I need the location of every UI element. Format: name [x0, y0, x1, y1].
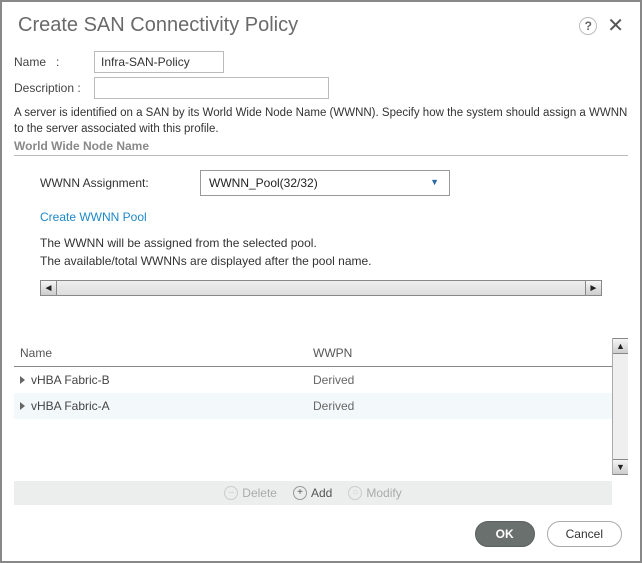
wwnn-notes: The WWNN will be assigned from the selec…	[40, 234, 628, 270]
create-wwnn-pool-link[interactable]: Create WWNN Pool	[40, 210, 147, 224]
expand-icon[interactable]	[20, 376, 25, 384]
wwnn-note-1: The WWNN will be assigned from the selec…	[40, 234, 628, 252]
close-icon[interactable]: ✕	[607, 16, 624, 36]
info-text: A server is identified on a SAN by its W…	[14, 105, 628, 137]
wwnn-assignment-label: WWNN Assignment:	[40, 176, 200, 190]
expand-icon[interactable]	[20, 402, 25, 410]
cell-wwpn: Derived	[313, 399, 606, 413]
cancel-button[interactable]: Cancel	[547, 521, 622, 547]
cell-wwpn: Derived	[313, 373, 606, 387]
table-row[interactable]: vHBA Fabric-B Derived	[14, 367, 612, 393]
modify-button: ○Modify	[348, 486, 401, 500]
section-separator	[14, 155, 628, 156]
dialog-header: Create SAN Connectivity Policy ? ✕	[2, 2, 640, 43]
cell-name: vHBA Fabric-B	[31, 373, 110, 387]
description-input[interactable]	[94, 77, 329, 99]
scroll-down-icon[interactable]: ▼	[613, 459, 628, 475]
horizontal-scrollbar[interactable]: ◄ ►	[40, 280, 602, 296]
wwnn-note-2: The available/total WWNNs are displayed …	[40, 252, 628, 270]
dialog-create-san-policy: Create SAN Connectivity Policy ? ✕ Name …	[0, 0, 642, 563]
vhba-table-main: Name WWPN vHBA Fabric-B Derived vHBA Fab…	[14, 338, 612, 475]
form-area: Name : Description : A server is identif…	[2, 43, 640, 296]
table-row[interactable]: vHBA Fabric-A Derived	[14, 393, 612, 419]
name-input[interactable]	[94, 51, 224, 73]
col-header-name[interactable]: Name	[20, 346, 313, 360]
col-header-wwpn[interactable]: WWPN	[313, 346, 606, 360]
scroll-right-icon[interactable]: ►	[585, 281, 601, 295]
table-toolbar: –Delete +Add ○Modify	[14, 481, 612, 505]
wwnn-assignment-select[interactable]: WWNN_Pool(32/32)	[200, 170, 450, 196]
vhba-table: Name WWPN vHBA Fabric-B Derived vHBA Fab…	[14, 338, 628, 475]
help-icon[interactable]: ?	[579, 17, 597, 35]
description-row: Description :	[14, 77, 628, 99]
add-button[interactable]: +Add	[293, 486, 332, 500]
section-title-wwnn: World Wide Node Name	[14, 139, 628, 153]
name-row: Name :	[14, 51, 628, 73]
wwnn-assignment-row: WWNN Assignment: WWNN_Pool(32/32)	[40, 170, 628, 196]
cell-name: vHBA Fabric-A	[31, 399, 110, 413]
description-label: Description :	[14, 81, 94, 95]
wwnn-assignment-value: WWNN_Pool(32/32)	[209, 176, 318, 190]
table-header: Name WWPN	[14, 338, 612, 366]
dialog-title: Create SAN Connectivity Policy	[18, 14, 579, 37]
ok-button[interactable]: OK	[475, 521, 535, 547]
vertical-scrollbar[interactable]: ▲ ▼	[612, 338, 628, 475]
scroll-left-icon[interactable]: ◄	[41, 281, 57, 295]
name-label: Name :	[14, 55, 94, 69]
scroll-up-icon[interactable]: ▲	[613, 338, 628, 354]
delete-button: –Delete	[224, 486, 277, 500]
dialog-footer: OK Cancel	[2, 507, 640, 561]
